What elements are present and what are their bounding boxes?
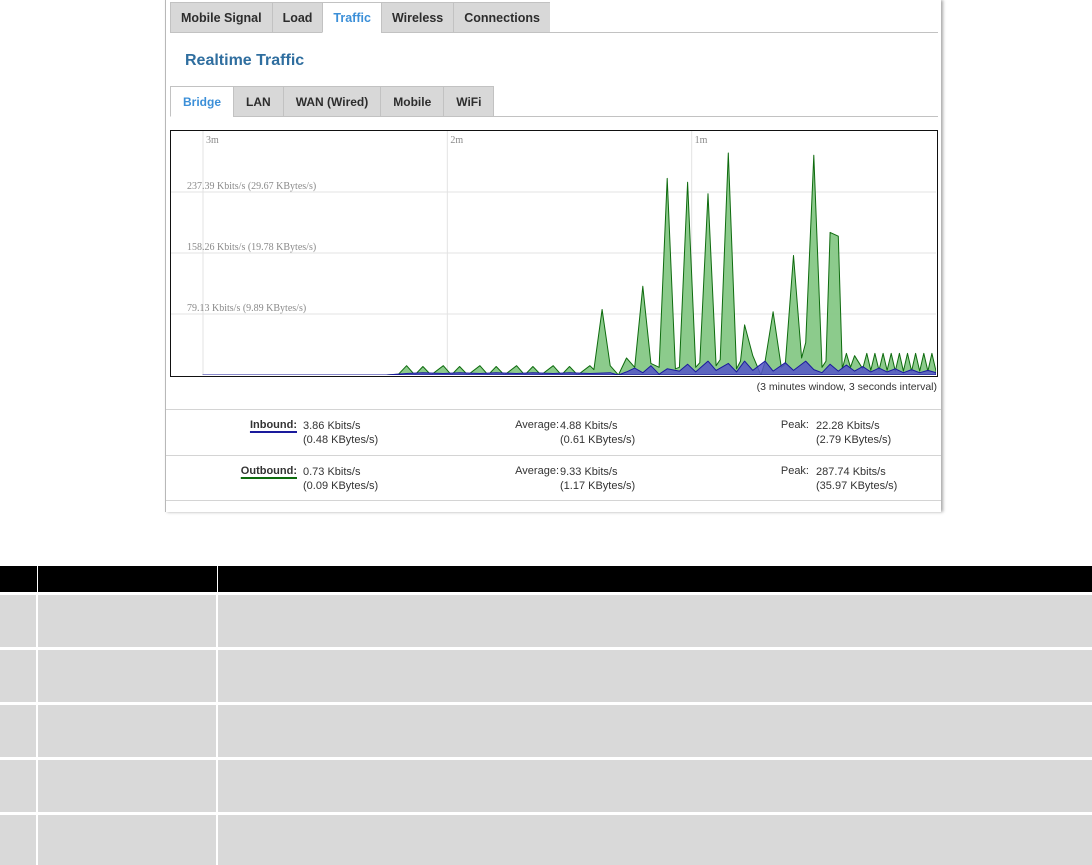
- tab-lan[interactable]: LAN: [233, 86, 283, 117]
- inbound-peak-kbytes: (2.79 KBytes/s): [816, 434, 892, 446]
- table-cell: [38, 650, 218, 702]
- inbound-peak: 22.28 Kbits/s (2.79 KBytes/s): [816, 419, 891, 447]
- parameter-table-header: [0, 566, 1092, 592]
- table-cell: [38, 815, 218, 865]
- tab-bar-filler: [549, 2, 938, 33]
- tab-wifi[interactable]: WiFi: [443, 86, 495, 117]
- table-cell: [38, 705, 218, 757]
- traffic-screenshot-panel: Mobile Signal Load Traffic Wireless Conn…: [165, 0, 941, 512]
- outbound-peak: 287.74 Kbits/s (35.97 KBytes/s): [816, 465, 897, 493]
- table-cell: [0, 760, 38, 812]
- header-cell-description: [218, 566, 1092, 592]
- inbound-average-kbits: 4.88 Kbits/s: [560, 420, 618, 432]
- inbound-current-kbytes: (0.48 KBytes/s): [303, 434, 379, 446]
- outbound-average-kbits: 9.33 Kbits/s: [560, 466, 618, 478]
- table-cell: [38, 595, 218, 647]
- outbound-peak-kbytes: (35.97 KBytes/s): [816, 480, 898, 492]
- outbound-average-label: Average:: [515, 465, 559, 477]
- outbound-current-kbits: 0.73 Kbits/s: [303, 466, 361, 478]
- outbound-label: Outbound:: [241, 465, 297, 477]
- traffic-graph-svg: 3m 2m 1m 79.13 Kbits/s (9.89 KBytes/s) 158.2…: [171, 131, 936, 375]
- outbound-current-kbytes: (0.09 KBytes/s): [303, 480, 379, 492]
- tab-wan-wired[interactable]: WAN (Wired): [282, 86, 381, 117]
- tab-traffic[interactable]: Traffic: [322, 2, 381, 33]
- table-cell: [218, 595, 1092, 647]
- inbound-label: Inbound:: [250, 419, 297, 431]
- table-row: [0, 705, 1092, 757]
- table-cell: [218, 705, 1092, 757]
- table-row: [0, 815, 1092, 865]
- traffic-stats: Inbound: 3.86 Kbits/s (0.48 KBytes/s) Av…: [166, 409, 941, 501]
- page-title: Realtime Traffic: [185, 52, 305, 69]
- table-cell: [38, 760, 218, 812]
- tab-bridge[interactable]: Bridge: [170, 86, 234, 117]
- tab-load[interactable]: Load: [271, 2, 323, 33]
- value-tick-label: 158.26 Kbits/s (19.78 KBytes/s): [187, 242, 316, 253]
- table-cell: [0, 705, 38, 757]
- inbound-peak-kbits: 22.28 Kbits/s: [816, 420, 880, 432]
- table-cell: [0, 595, 38, 647]
- table-cell: [218, 760, 1092, 812]
- inbound-current: 3.86 Kbits/s (0.48 KBytes/s): [303, 419, 378, 447]
- time-label: 3m: [206, 135, 219, 146]
- time-label: 1m: [695, 135, 708, 146]
- table-row: [0, 760, 1092, 812]
- table-row: [0, 650, 1092, 702]
- outbound-label-text: Outbound:: [240, 465, 297, 477]
- graph-window-caption: (3 minutes window, 3 seconds interval): [756, 381, 937, 393]
- interface-tab-bar: Bridge LAN WAN (Wired) Mobile WiFi: [170, 86, 938, 117]
- table-cell: [0, 650, 38, 702]
- time-label: 2m: [450, 135, 463, 146]
- outbound-current: 0.73 Kbits/s (0.09 KBytes/s): [303, 465, 378, 493]
- value-tick-label: 79.13 Kbits/s (9.89 KBytes/s): [187, 303, 306, 314]
- tab-connections[interactable]: Connections: [453, 2, 550, 33]
- outbound-peak-kbits: 287.74 Kbits/s: [816, 466, 886, 478]
- table-cell: [0, 815, 38, 865]
- value-tick-label: 237.39 Kbits/s (29.67 KBytes/s): [187, 181, 316, 192]
- table-cell: [218, 650, 1092, 702]
- tab-wireless[interactable]: Wireless: [380, 2, 454, 33]
- inbound-average-label: Average:: [515, 419, 559, 431]
- table-cell: [218, 815, 1092, 865]
- header-cell-number: [0, 566, 38, 592]
- outbound-average: 9.33 Kbits/s (1.17 KBytes/s): [560, 465, 635, 493]
- traffic-graph: 3m 2m 1m 79.13 Kbits/s (9.89 KBytes/s) 158.2…: [170, 130, 938, 377]
- inbound-current-kbits: 3.86 Kbits/s: [303, 420, 361, 432]
- table-row: [0, 595, 1092, 647]
- sub-tab-bar-filler: [494, 86, 938, 117]
- stats-row-inbound: Inbound: 3.86 Kbits/s (0.48 KBytes/s) Av…: [166, 409, 941, 455]
- tab-mobile-signal[interactable]: Mobile Signal: [170, 2, 272, 33]
- outbound-peak-label: Peak:: [780, 465, 809, 477]
- inbound-label-text: Inbound:: [249, 419, 297, 431]
- inbound-average-kbytes: (0.61 KBytes/s): [560, 434, 636, 446]
- status-tab-bar: Mobile Signal Load Traffic Wireless Conn…: [170, 2, 938, 33]
- inbound-average: 4.88 Kbits/s (0.61 KBytes/s): [560, 419, 635, 447]
- stats-row-outbound: Outbound: 0.73 Kbits/s (0.09 KBytes/s) A…: [166, 455, 941, 501]
- outbound-average-kbytes: (1.17 KBytes/s): [560, 480, 636, 492]
- tab-mobile[interactable]: Mobile: [380, 86, 444, 117]
- parameter-table: [0, 566, 1092, 865]
- inbound-peak-label: Peak:: [780, 419, 809, 431]
- header-cell-field: [38, 566, 218, 592]
